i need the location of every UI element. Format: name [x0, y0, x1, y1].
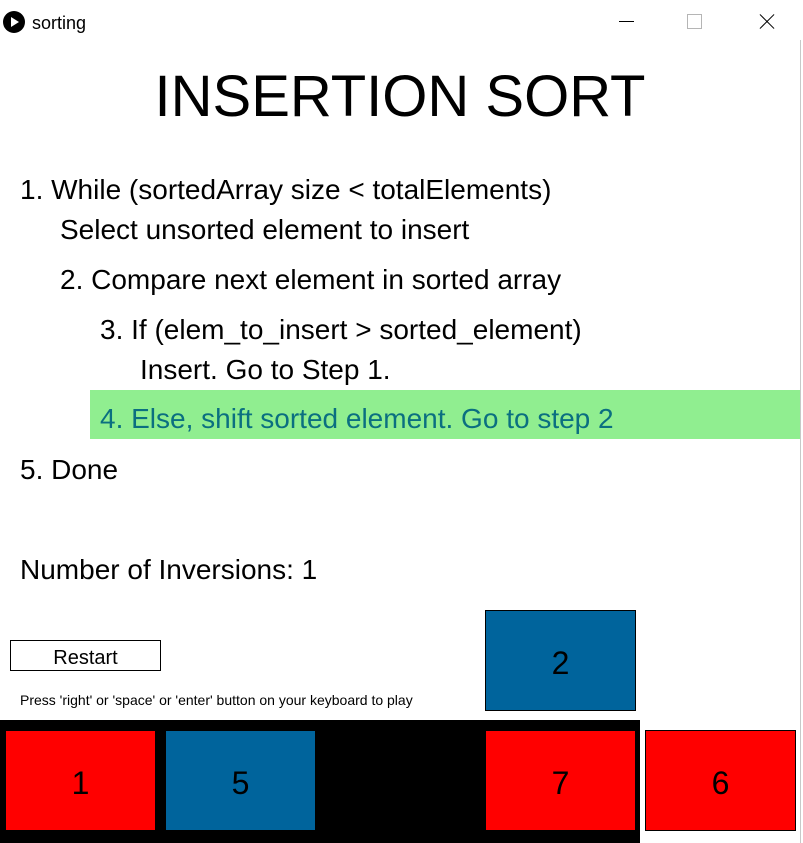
minimize-button[interactable]: [603, 0, 649, 44]
array-block-1: 1: [6, 731, 155, 830]
step-3-line-1: 3. If (elem_to_insert > sorted_element): [100, 314, 582, 345]
step-5: 5. Done: [20, 454, 119, 485]
window-title: sorting: [32, 13, 87, 33]
title-bar: sorting: [0, 0, 803, 44]
array-block-4: 7: [486, 731, 635, 830]
restart-button[interactable]: Restart: [10, 640, 161, 671]
step-1-line-2: Select unsorted element to insert: [60, 214, 470, 245]
maximize-button[interactable]: [672, 0, 718, 44]
step-4: 4. Else, shift sorted element. Go to ste…: [100, 403, 614, 434]
step-3-line-2: Insert. Go to Step 1.: [140, 354, 391, 385]
array-block-5: 6: [645, 730, 796, 831]
array-block-2: 5: [166, 731, 315, 830]
step-2: 2. Compare next element in sorted array: [60, 264, 562, 295]
array-block-empty: [326, 731, 475, 830]
keyboard-hint: Press 'right' or 'space' or 'enter' butt…: [20, 692, 413, 708]
play-icon: [3, 11, 25, 33]
close-button[interactable]: [742, 0, 788, 44]
page-title: INSERTION SORT: [154, 64, 646, 129]
inversions-count: Number of Inversions: 1: [20, 554, 318, 585]
element-to-insert: 2: [485, 610, 636, 711]
app-window: sorting INSERTION SORT 1. While (sortedA…: [0, 0, 803, 843]
step-1-line-1: 1. While (sortedArray size < totalElemen…: [20, 174, 552, 205]
